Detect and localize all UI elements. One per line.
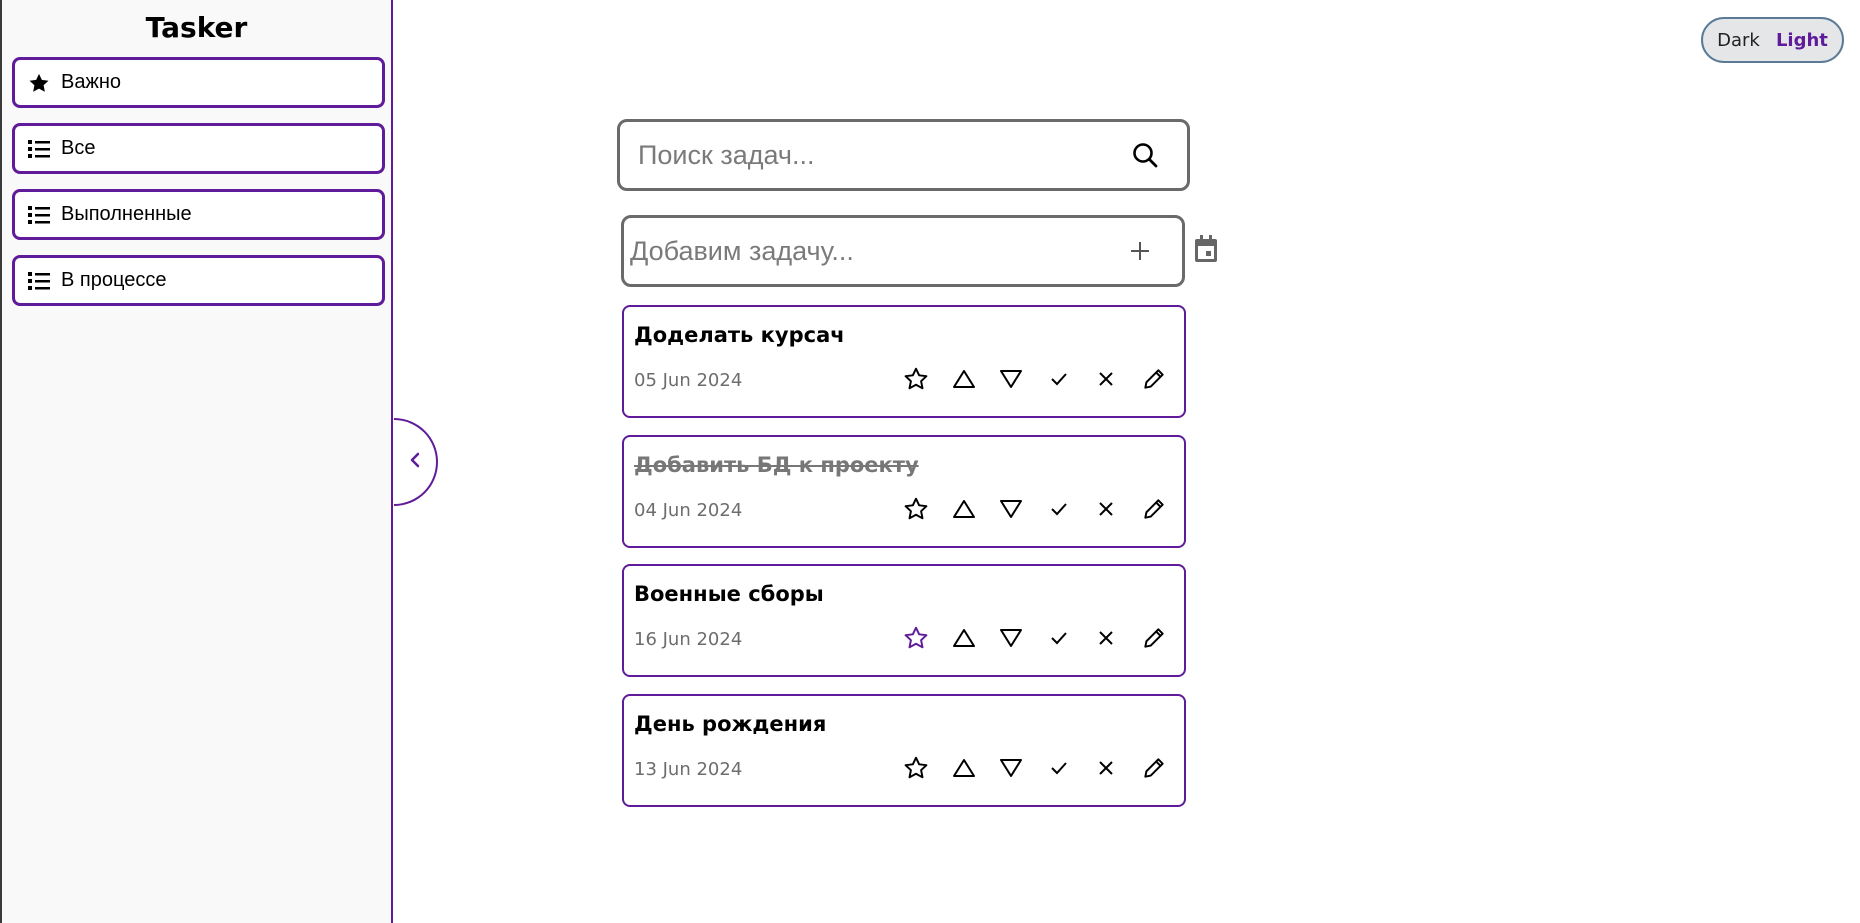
task-date: 04 Jun 2024 — [634, 500, 743, 521]
theme-toggle[interactable]: Dark Light — [1701, 17, 1844, 63]
sidebar-item-in-progress[interactable]: В процессе — [12, 255, 385, 306]
search-input[interactable] — [620, 138, 1125, 172]
edit-pencil-icon[interactable] — [1138, 752, 1170, 784]
edit-pencil-icon[interactable] — [1138, 493, 1170, 525]
theme-light-option[interactable]: Light — [1776, 30, 1828, 51]
sidebar-item-label: Все — [61, 137, 96, 159]
check-icon[interactable] — [1043, 493, 1075, 525]
task-title: Военные сборы — [634, 582, 824, 606]
edit-pencil-icon[interactable] — [1138, 363, 1170, 395]
priority-up-icon[interactable] — [948, 493, 980, 525]
sidebar: Tasker Важно Все Выполненные В процессе — [0, 0, 393, 923]
list-icon — [27, 269, 51, 293]
sidebar-item-completed[interactable]: Выполненные — [12, 189, 385, 240]
task-card[interactable]: Добавить БД к проекту 04 Jun 2024 — [622, 435, 1186, 548]
priority-down-icon[interactable] — [995, 622, 1027, 654]
theme-dark-option[interactable]: Dark — [1717, 30, 1760, 51]
close-icon[interactable] — [1090, 622, 1122, 654]
app-title: Tasker — [145, 11, 248, 44]
search-box — [617, 119, 1190, 191]
plus-icon[interactable] — [1120, 231, 1160, 271]
check-icon[interactable] — [1043, 363, 1075, 395]
sidebar-item-all[interactable]: Все — [12, 123, 385, 174]
star-icon[interactable] — [900, 493, 932, 525]
calendar-icon[interactable] — [1192, 233, 1220, 265]
star-icon[interactable] — [900, 752, 932, 784]
edit-pencil-icon[interactable] — [1138, 622, 1170, 654]
check-icon[interactable] — [1043, 622, 1075, 654]
close-icon[interactable] — [1090, 363, 1122, 395]
task-actions — [900, 622, 1185, 654]
search-icon[interactable] — [1125, 135, 1165, 175]
priority-up-icon[interactable] — [948, 622, 980, 654]
close-icon[interactable] — [1090, 493, 1122, 525]
add-task-box — [621, 215, 1185, 287]
sidebar-item-label: Важно — [61, 71, 122, 93]
task-title: Доделать курсач — [634, 323, 845, 347]
chevron-left-icon — [408, 451, 422, 473]
task-date: 05 Jun 2024 — [634, 370, 743, 391]
priority-down-icon[interactable] — [995, 363, 1027, 395]
sidebar-item-important[interactable]: Важно — [12, 57, 385, 108]
add-task-input[interactable] — [624, 234, 1120, 268]
task-card[interactable]: День рождения 13 Jun 2024 — [622, 694, 1186, 807]
task-actions — [900, 752, 1185, 784]
task-actions — [900, 493, 1185, 525]
sidebar-collapse-button[interactable] — [394, 418, 438, 506]
list-icon — [27, 203, 51, 227]
priority-down-icon[interactable] — [995, 493, 1027, 525]
priority-up-icon[interactable] — [948, 363, 980, 395]
star-icon[interactable] — [900, 363, 932, 395]
task-title: Добавить БД к проекту — [634, 453, 919, 477]
task-card[interactable]: Доделать курсач 05 Jun 2024 — [622, 305, 1186, 418]
close-icon[interactable] — [1090, 752, 1122, 784]
task-card[interactable]: Военные сборы 16 Jun 2024 — [622, 564, 1186, 677]
task-date: 13 Jun 2024 — [634, 759, 743, 780]
star-filled-icon — [27, 71, 51, 95]
task-title: День рождения — [634, 712, 827, 736]
star-icon[interactable] — [900, 622, 932, 654]
check-icon[interactable] — [1043, 752, 1075, 784]
priority-up-icon[interactable] — [948, 752, 980, 784]
task-date: 16 Jun 2024 — [634, 629, 743, 650]
sidebar-item-label: Выполненные — [61, 203, 192, 225]
list-icon — [27, 137, 51, 161]
task-actions — [900, 363, 1185, 395]
sidebar-item-label: В процессе — [61, 269, 167, 291]
priority-down-icon[interactable] — [995, 752, 1027, 784]
